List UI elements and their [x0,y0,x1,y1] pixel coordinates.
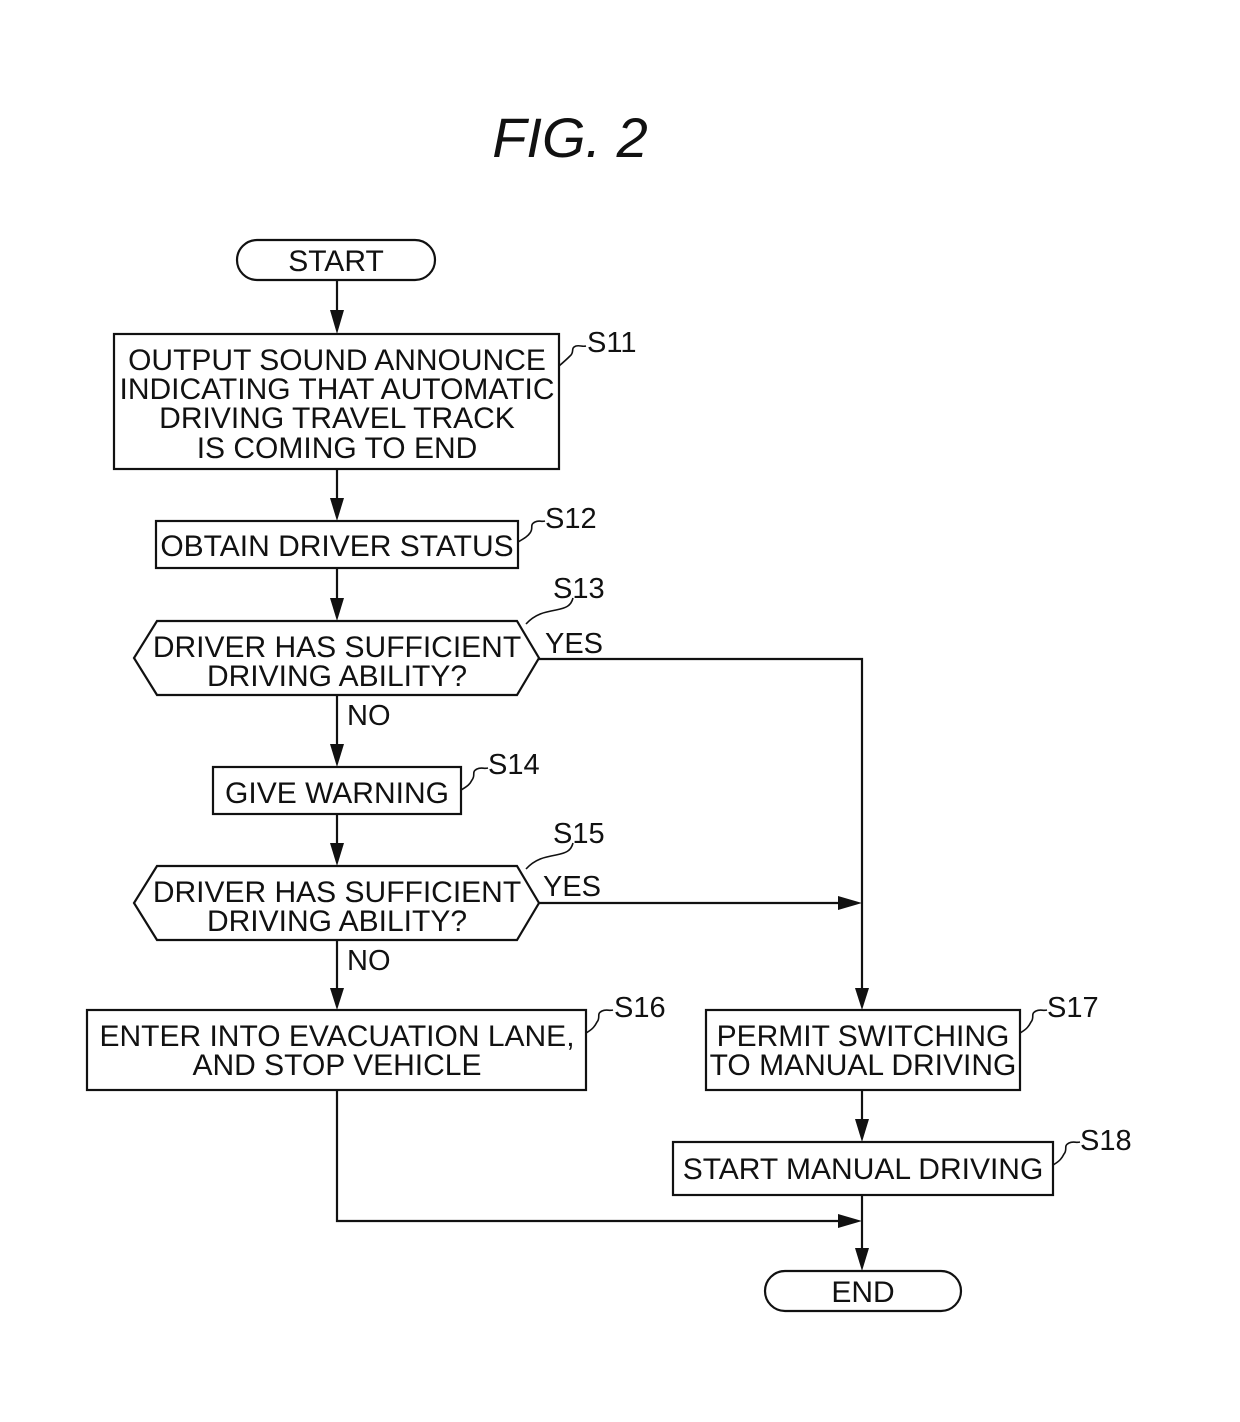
arrow-head [330,843,344,866]
s18-leader-line [1052,1141,1081,1166]
s13-step-label: S13 [553,573,605,605]
s17-step-label: S17 [1047,992,1099,1024]
s16-step-label: S16 [614,992,666,1024]
s17-leader-line [1019,1009,1048,1034]
arrow-head [855,1248,869,1271]
decision-s15: DRIVER HAS SUFFICIENT DRIVING ABILITY? S… [132,818,605,977]
s12-step-label: S12 [545,503,597,535]
arrow-head [855,988,869,1010]
arrow-head [330,310,344,334]
s11-leader-line [558,344,587,367]
s14-step-label: S14 [488,749,540,781]
step-s16: ENTER INTO EVACUATION LANE, AND STOP VEH… [85,992,666,1092]
s15-line-2: DRIVING ABILITY? [207,905,467,938]
s16-line-2: AND STOP VEHICLE [193,1049,482,1082]
s13-line-2: DRIVING ABILITY? [207,660,467,693]
s12-leader-line [517,520,546,543]
arrow-head [838,896,862,910]
end-label: END [831,1276,894,1309]
step-s17: PERMIT SWITCHING TO MANUAL DRIVING S17 [704,992,1099,1092]
s13-no-label: NO [347,700,391,732]
s17-line-2: TO MANUAL DRIVING [710,1049,1017,1082]
s18-step-label: S18 [1080,1125,1132,1157]
arrow-head [330,598,344,621]
step-s12: OBTAIN DRIVER STATUS S12 [154,503,597,570]
s15-yes-label: YES [543,871,601,903]
s14-line-1: GIVE WARNING [225,777,449,810]
s13-yes-label: YES [545,628,603,660]
s15-step-label: S15 [553,818,605,850]
s11-line-4: IS COMING TO END [197,432,478,465]
s15-no-label: NO [347,945,391,977]
s18-line-1: START MANUAL DRIVING [683,1153,1044,1186]
arrow-head [330,988,344,1010]
arrow-head [838,1214,862,1228]
start-label: START [288,245,384,278]
start-terminal: START [235,238,437,282]
arrow-head [330,744,344,767]
s16-leader-line [585,1009,614,1034]
s11-step-label: S11 [587,327,636,359]
arrow-head [330,498,344,521]
s12-line-1: OBTAIN DRIVER STATUS [160,530,513,563]
step-s11: OUTPUT SOUND ANNOUNCE INDICATING THAT AU… [112,327,636,471]
decision-s13: DRIVER HAS SUFFICIENT DRIVING ABILITY? S… [132,573,605,732]
arrow-head [855,1119,869,1142]
s11-line-3: DRIVING TRAVEL TRACK [159,402,515,435]
step-s14: GIVE WARNING S14 [211,749,540,816]
step-s18: START MANUAL DRIVING S18 [671,1125,1132,1197]
figure-title: FIG. 2 [492,106,648,169]
s14-leader-line [460,767,489,791]
flowchart: FIG. 2 START OUTPUT SOUND ANNOUNCE INDIC… [85,106,1132,1313]
end-terminal: END [763,1269,963,1313]
